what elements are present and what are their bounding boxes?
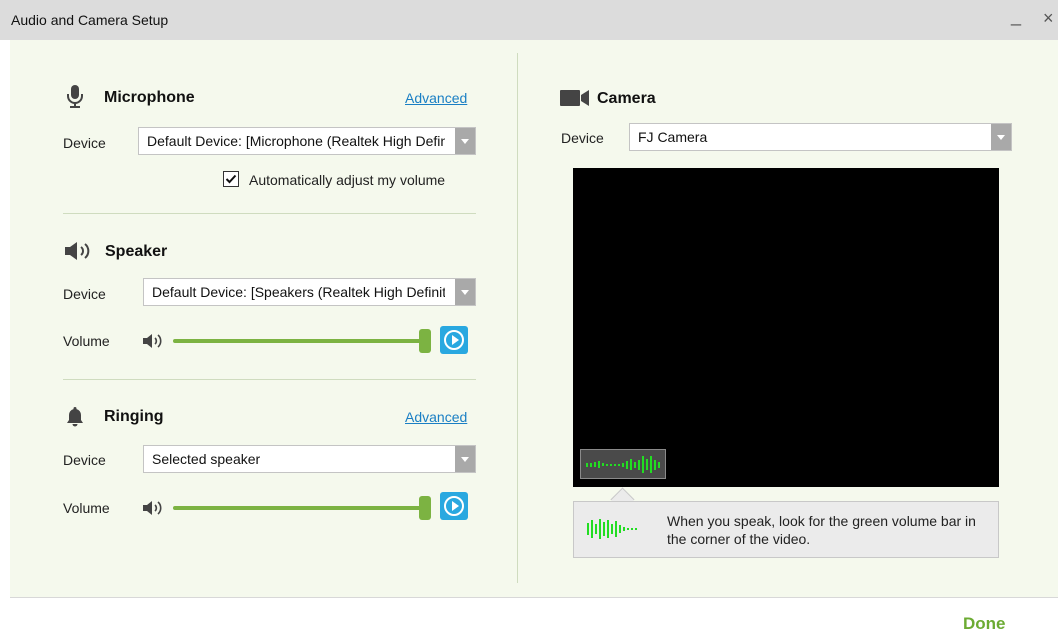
minimize-button[interactable]: _	[1011, 6, 1021, 27]
microphone-device-select[interactable]: Default Device: [Microphone (Realtek Hig…	[138, 127, 476, 155]
ringing-test-play-button[interactable]	[440, 492, 468, 520]
window-title: Audio and Camera Setup	[11, 12, 169, 28]
volume-indicator	[580, 449, 666, 479]
title-bar: Audio and Camera Setup _ ×	[0, 0, 1058, 40]
ringing-device-label: Device	[63, 452, 106, 468]
speaker-icon	[65, 242, 90, 260]
footer-divider	[10, 597, 1058, 598]
speaker-device-select[interactable]: Default Device: [Speakers (Realtek High …	[143, 278, 476, 306]
camera-device-label: Device	[561, 130, 604, 146]
speaker-volume-track[interactable]	[173, 339, 429, 343]
camera-device-value: FJ Camera	[638, 129, 708, 145]
camera-title: Camera	[597, 90, 656, 107]
chevron-down-icon	[455, 279, 475, 305]
microphone-advanced-link[interactable]: Advanced	[405, 90, 467, 106]
ringing-volume-track[interactable]	[173, 506, 429, 510]
microphone-device-value: Default Device: [Microphone (Realtek Hig…	[147, 133, 445, 149]
video-camera-icon	[560, 90, 589, 106]
chevron-down-icon	[455, 446, 475, 472]
speaker-device-value: Default Device: [Speakers (Realtek High …	[152, 284, 445, 300]
ringing-title: Ringing	[104, 408, 164, 425]
speaker-title: Speaker	[105, 243, 168, 260]
volume-icon	[143, 501, 162, 515]
microphone-icon	[67, 85, 83, 108]
bell-icon	[67, 407, 83, 427]
done-button[interactable]: Done	[963, 614, 1006, 634]
volume-tip-text: When you speak, look for the green volum…	[667, 513, 976, 547]
microphone-title: Microphone	[104, 89, 195, 106]
chevron-down-icon	[991, 124, 1011, 150]
volume-tip: When you speak, look for the green volum…	[573, 501, 999, 558]
camera-preview	[573, 168, 999, 487]
chevron-down-icon	[455, 128, 475, 154]
speaker-device-label: Device	[63, 286, 106, 302]
auto-adjust-label: Automatically adjust my volume	[249, 172, 446, 188]
ringing-device-select[interactable]: Selected speaker	[143, 445, 476, 473]
column-divider	[517, 53, 518, 583]
ringing-volume-label: Volume	[63, 500, 110, 516]
auto-adjust-checkbox[interactable]	[223, 171, 239, 187]
section-divider	[63, 379, 476, 380]
checkmark-icon	[225, 174, 237, 184]
camera-device-select[interactable]: FJ Camera	[629, 123, 1012, 151]
volume-bar-icon	[587, 519, 637, 539]
ringing-advanced-link[interactable]: Advanced	[405, 409, 467, 425]
speaker-volume-label: Volume	[63, 333, 110, 349]
ringing-device-value: Selected speaker	[152, 451, 261, 467]
ringing-volume-slider-thumb[interactable]	[419, 496, 431, 520]
volume-icon	[143, 334, 162, 348]
speaker-test-play-button[interactable]	[440, 326, 468, 354]
section-divider	[63, 213, 476, 214]
speaker-volume-slider-thumb[interactable]	[419, 329, 431, 353]
volume-bar-icon	[586, 456, 660, 473]
close-button[interactable]: ×	[1043, 8, 1054, 29]
microphone-device-label: Device	[63, 135, 106, 151]
